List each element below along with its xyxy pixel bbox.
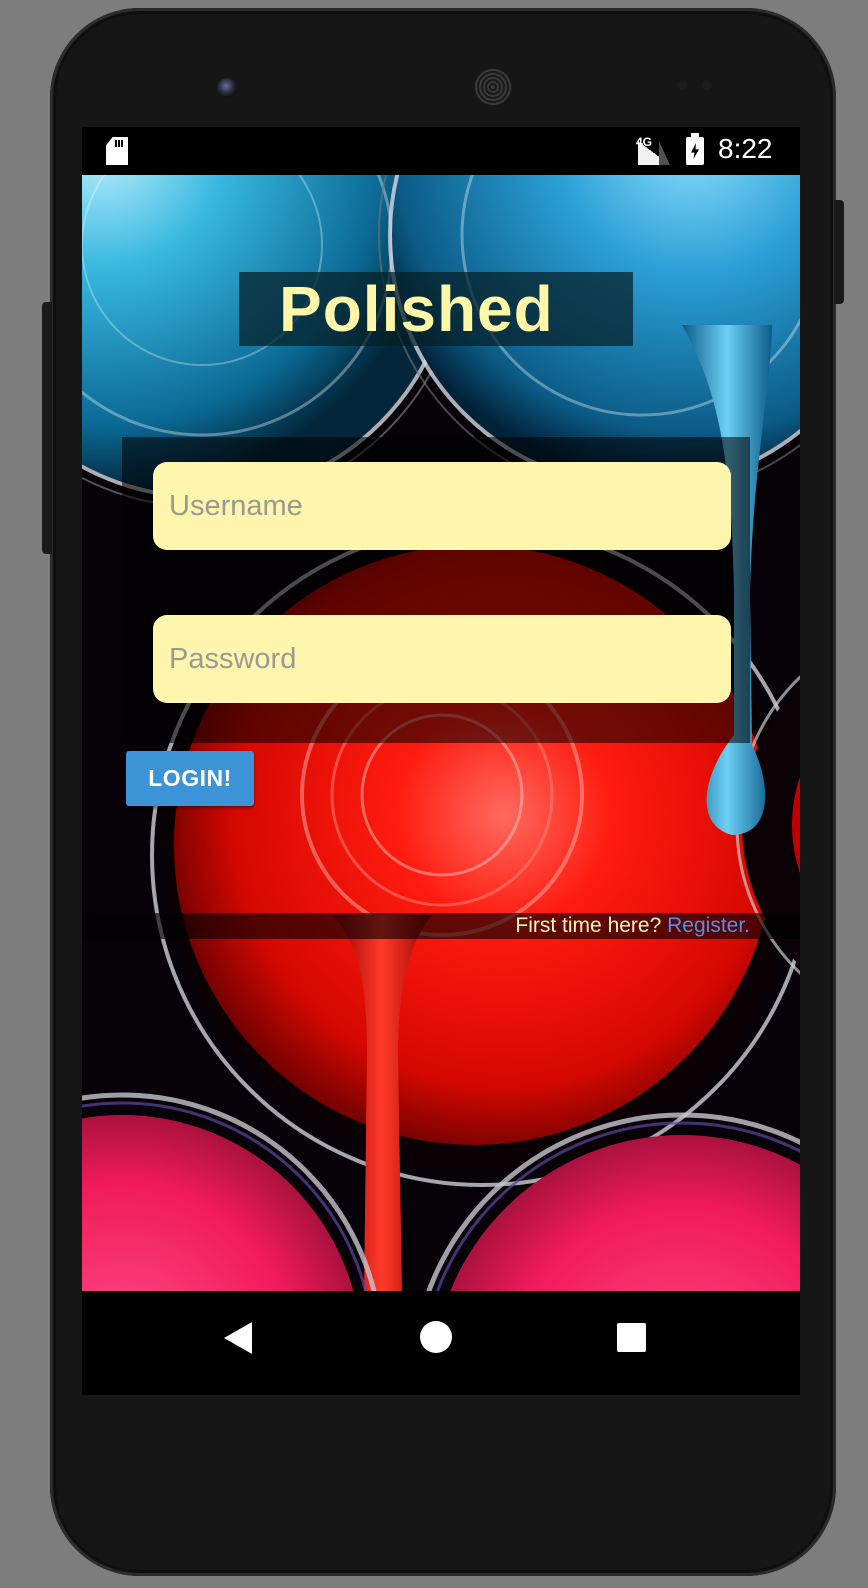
volume-button xyxy=(42,302,52,554)
proximity-sensor xyxy=(677,80,687,90)
home-icon[interactable] xyxy=(420,1321,452,1353)
clock: 8:22 xyxy=(718,133,773,164)
front-camera xyxy=(217,78,237,98)
back-icon[interactable] xyxy=(224,1322,252,1354)
password-input[interactable] xyxy=(153,615,731,703)
sd-card-icon xyxy=(106,137,128,165)
login-button[interactable]: LOGIN! xyxy=(126,751,254,806)
recents-icon[interactable] xyxy=(617,1323,646,1352)
navigation-bar xyxy=(82,1291,800,1395)
register-link[interactable]: Register. xyxy=(667,914,750,937)
register-prompt-text: First time here? xyxy=(515,914,668,937)
power-button xyxy=(834,200,844,304)
app-title: Polished xyxy=(279,273,554,345)
earpiece-speaker xyxy=(474,68,512,106)
status-bar: 4G 8:22 xyxy=(82,127,800,175)
username-input[interactable] xyxy=(153,462,731,550)
login-screen: Polished LOGIN! First time here? Registe… xyxy=(82,175,800,1291)
signal-icon xyxy=(638,141,670,165)
device-screen: 4G 8:22 xyxy=(82,127,800,1395)
battery-charging-icon xyxy=(686,133,704,165)
register-prompt-row: First time here? Register. xyxy=(515,913,750,939)
light-sensor xyxy=(702,80,712,90)
